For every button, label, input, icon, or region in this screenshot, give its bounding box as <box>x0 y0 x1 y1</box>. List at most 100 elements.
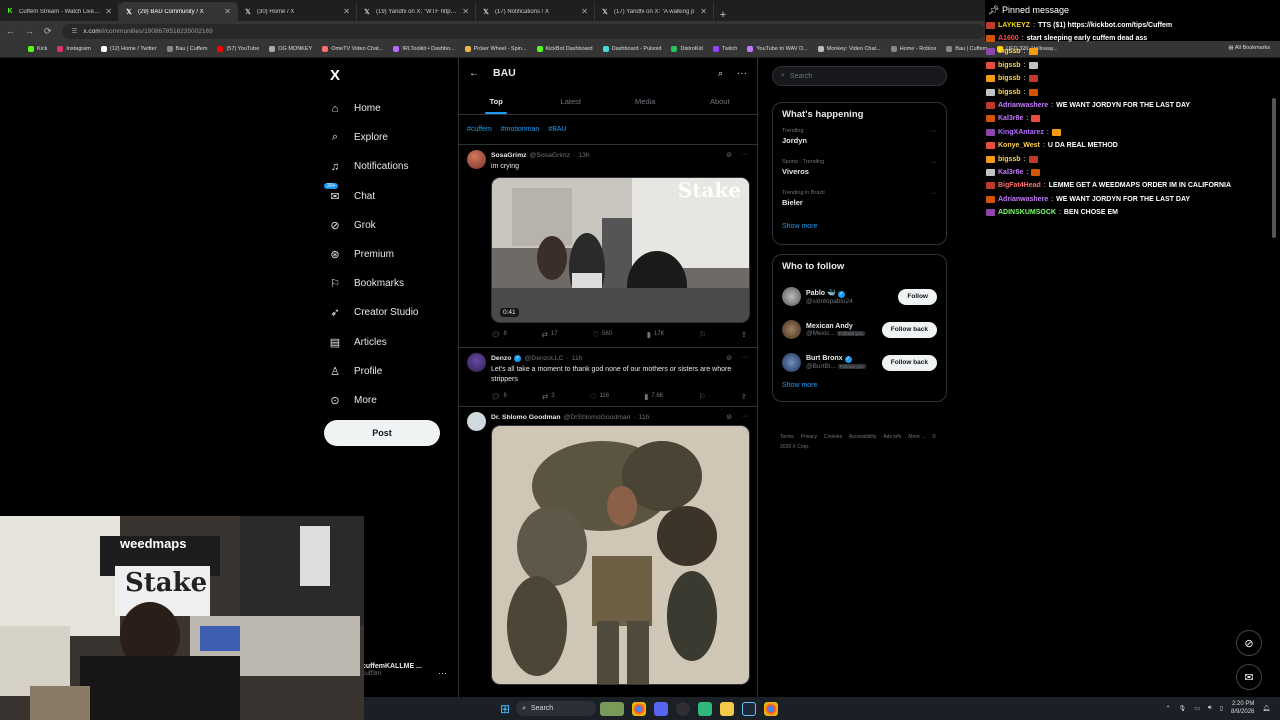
share-button[interactable]: ⇪ <box>741 392 747 401</box>
bookmark-item[interactable]: Home - Roblox <box>890 46 936 52</box>
hashtag-link[interactable]: #cuffem <box>467 126 492 133</box>
chrome-icon[interactable] <box>632 701 647 716</box>
bookmark-item[interactable]: Instagram <box>57 46 91 52</box>
show-more-link[interactable]: Show more <box>782 223 937 230</box>
more-horizontal-icon[interactable]: ··· <box>930 128 937 135</box>
obs-icon[interactable] <box>676 701 691 716</box>
views-button[interactable]: ▮ 7.6K <box>644 392 663 401</box>
tab-about[interactable]: About <box>683 88 758 114</box>
tweet-time[interactable]: 11h <box>639 414 650 421</box>
discord-icon[interactable] <box>654 701 669 716</box>
browser-tab[interactable]: K Cuffem Stream - Watch Live on ✕ <box>0 2 119 21</box>
sidebar-item-articles[interactable]: ▤ Articles <box>328 328 468 357</box>
chat-username[interactable]: Kal3r8e <box>998 115 1023 122</box>
more-horizontal-icon[interactable]: ··· <box>438 668 447 678</box>
chat-username[interactable]: bigssb <box>998 62 1021 69</box>
bookmark-item[interactable]: Kick <box>28 46 47 52</box>
grok-icon[interactable]: ⊘ <box>726 413 732 421</box>
share-button[interactable]: ⇪ <box>741 330 747 339</box>
messages-fab-icon[interactable]: ✉ <box>1236 664 1262 690</box>
more-horizontal-icon[interactable]: ··· <box>741 151 748 159</box>
bookmark-item[interactable]: (57) YouTube <box>217 46 259 52</box>
grok-icon[interactable]: ⊘ <box>726 151 732 159</box>
bookmark-item[interactable]: OG MONKEY <box>269 46 312 52</box>
author-name[interactable]: Dr. Shlomo Goodman <box>491 414 560 421</box>
close-icon[interactable]: ✕ <box>343 7 350 16</box>
bookmark-button[interactable]: ⚐ <box>699 330 706 339</box>
trend-item[interactable]: Sports · Trending Viveros ··· <box>782 159 937 190</box>
sidebar-item-premium[interactable]: ⊛ Premium <box>328 240 468 269</box>
sidebar-item-explore[interactable]: ⌕ Explore <box>328 123 468 152</box>
scrollbar-thumb[interactable] <box>1272 98 1276 238</box>
browser-tab[interactable]: 𝕏 (17) Notifications / X ✕ <box>476 2 595 21</box>
chat-username[interactable]: A1600 <box>998 35 1019 42</box>
chat-username[interactable]: Konye_West <box>998 142 1040 149</box>
more-horizontal-icon[interactable]: ··· <box>930 159 937 166</box>
sidebar-item-more[interactable]: ⊙ More <box>328 386 468 415</box>
reply-button[interactable]: 💬︎ 8 <box>491 330 507 339</box>
sidebar-item-creator-studio[interactable]: ➶ Creator Studio <box>328 298 468 327</box>
bookmark-item[interactable]: Picker Wheel - Spin... <box>464 46 527 52</box>
sidebar-item-home[interactable]: ⌂ Home <box>328 94 468 123</box>
avatar[interactable] <box>467 150 486 169</box>
close-icon[interactable]: ✕ <box>224 7 231 16</box>
chat-username[interactable]: bigssb <box>998 75 1021 82</box>
forward-icon[interactable]: → <box>25 26 34 36</box>
close-icon[interactable]: ✕ <box>462 7 469 16</box>
tab-media[interactable]: Media <box>608 88 683 114</box>
search-input[interactable]: ⌕ Search <box>772 66 947 86</box>
follow-suggestion[interactable]: Mexican Andy @Mexic... Follows you Follow … <box>782 313 937 346</box>
more-horizontal-icon[interactable]: ··· <box>930 190 937 197</box>
footer-link[interactable]: Cookies <box>824 434 842 440</box>
follow-suggestion[interactable]: Pablo 🐳 ✓ @sxintopablo24 Follow <box>782 280 937 313</box>
steam-icon[interactable] <box>742 701 757 716</box>
bookmark-item[interactable]: Monkey: Video Chat... <box>817 46 881 52</box>
widgets-icon[interactable] <box>600 701 625 716</box>
follow-suggestion[interactable]: Burt Bronx ✓ @BurtBr... Follows you Follow… <box>782 346 937 379</box>
author-name[interactable]: Denzo <box>491 355 511 362</box>
network-icon[interactable]: ▭ <box>1194 705 1200 712</box>
new-tab-button[interactable]: + <box>714 9 732 21</box>
trend-item[interactable]: Trending in Brazil Bieler ··· <box>782 190 937 221</box>
avatar[interactable] <box>782 353 801 372</box>
show-more-link[interactable]: Show more <box>782 382 937 389</box>
sidebar-item-chat[interactable]: ✉ 20+ Chat <box>324 182 468 211</box>
footer-link[interactable]: More ... <box>908 434 925 440</box>
repost-button[interactable]: ⇄ 17 <box>542 330 558 339</box>
mic-icon[interactable]: 🎙︎ <box>1179 705 1187 712</box>
tweet[interactable]: Denzo ✓ @DenzoLLC · 11h ⊘ ··· Let's all take … <box>459 348 757 407</box>
reply-button[interactable]: 💬︎ 6 <box>491 392 507 401</box>
tab-latest[interactable]: Latest <box>534 88 609 114</box>
like-button[interactable]: ♡ 116 <box>590 392 609 401</box>
hashtag-link[interactable]: #BAU <box>548 126 566 133</box>
search-icon[interactable]: ⌕ <box>718 68 723 79</box>
reload-icon[interactable]: ⟳ <box>44 26 52 37</box>
tweet-time[interactable]: 13h <box>578 152 589 159</box>
url-field[interactable]: ☰ x.com/i/communities/190867851623500216… <box>61 23 985 39</box>
x-logo-icon[interactable]: X <box>330 67 340 84</box>
bookmark-item[interactable]: IRLToolkit • Dashbo... <box>393 46 455 52</box>
chat-username[interactable]: ADINSKUMSOCK <box>998 209 1056 216</box>
bookmark-item[interactable]: OmeTV Video Chat... <box>322 46 383 52</box>
more-horizontal-icon[interactable]: ··· <box>741 354 748 362</box>
repost-button[interactable]: ⇄ 3 <box>542 392 555 401</box>
sidebar-item-notifications[interactable]: ♫ Notifications <box>328 152 468 181</box>
hashtag-link[interactable]: #motionman <box>501 126 540 133</box>
file-explorer-icon[interactable] <box>720 701 735 716</box>
notification-icon[interactable]: 🔔︎ <box>1262 705 1270 712</box>
follow-back-button[interactable]: Follow back <box>881 354 937 371</box>
chat-username[interactable]: KingXAntarez <box>998 129 1044 136</box>
footer-link[interactable]: Privacy <box>801 434 817 440</box>
chat-username[interactable]: bigssb <box>998 48 1021 55</box>
browser-tab[interactable]: 𝕏 (30) Home / X ✕ <box>238 2 357 21</box>
app-icon[interactable] <box>698 701 713 716</box>
back-arrow-icon[interactable]: ← <box>469 68 479 79</box>
footer-link[interactable]: Ads info <box>883 434 901 440</box>
chat-username[interactable]: Adrianwashere <box>998 102 1048 109</box>
tweet[interactable]: Dr. Shlomo Goodman @DrShlomoGoodman · 11h ⊘… <box>459 407 757 700</box>
avatar[interactable] <box>782 320 801 339</box>
all-bookmarks-button[interactable]: ▤ All Bookmarks <box>1228 45 1270 51</box>
bookmark-item[interactable]: (12) Home / Twitter <box>100 46 157 52</box>
avatar[interactable] <box>467 353 486 372</box>
battery-icon[interactable]: ▯ <box>1220 705 1223 712</box>
